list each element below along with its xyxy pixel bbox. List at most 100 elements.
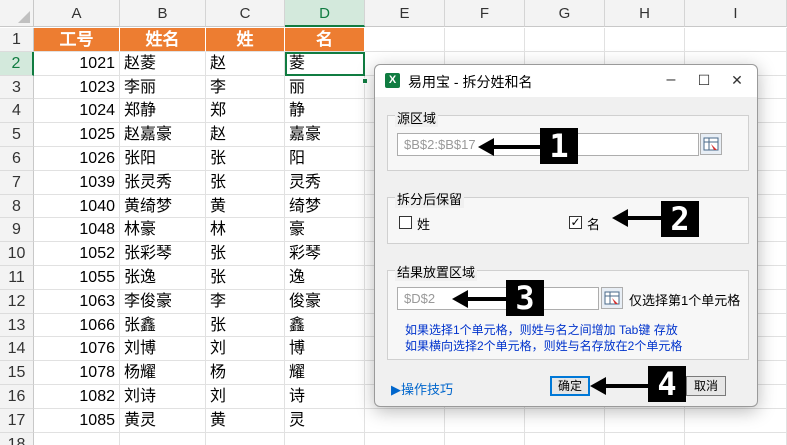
table-cell[interactable]: 赵 <box>206 51 285 76</box>
column-header-d[interactable]: D <box>285 0 365 27</box>
given-name-checkbox[interactable]: ✓ <box>569 216 582 229</box>
table-cell[interactable]: 刘诗 <box>120 385 206 409</box>
table-cell[interactable]: 绮梦 <box>285 194 365 219</box>
table-cell[interactable] <box>445 432 525 445</box>
table-cell[interactable]: 阳 <box>285 147 365 171</box>
source-range-picker-button[interactable] <box>700 133 722 155</box>
header-cell[interactable]: 工号 <box>34 28 120 52</box>
dialog-titlebar[interactable]: X 易用宝 - 拆分姓和名 – ☐ ✕ <box>375 65 757 97</box>
row-header-9[interactable]: 9 <box>0 218 34 243</box>
table-cell[interactable]: 黄 <box>206 408 285 433</box>
table-cell[interactable]: 林 <box>206 218 285 243</box>
table-cell[interactable]: 1063 <box>34 289 120 314</box>
row-header-2[interactable]: 2 <box>0 51 34 76</box>
table-cell[interactable] <box>445 408 525 433</box>
select-all-corner[interactable] <box>0 0 34 27</box>
row-header-12[interactable]: 12 <box>0 289 34 314</box>
table-cell[interactable] <box>285 432 365 445</box>
table-cell[interactable] <box>605 432 685 445</box>
table-cell[interactable]: 逸 <box>285 266 365 290</box>
table-cell[interactable]: 1040 <box>34 194 120 219</box>
table-cell[interactable]: 1082 <box>34 385 120 409</box>
table-cell[interactable]: 赵 <box>206 123 285 147</box>
table-cell[interactable]: 杨耀 <box>120 361 206 385</box>
table-cell[interactable]: 刘博 <box>120 337 206 362</box>
table-cell[interactable] <box>34 432 120 445</box>
table-cell[interactable]: 静 <box>285 99 365 124</box>
table-cell[interactable]: 1025 <box>34 123 120 147</box>
ok-button[interactable]: 确定 <box>550 376 590 396</box>
table-cell[interactable]: 1023 <box>34 75 120 100</box>
column-header-e[interactable]: E <box>365 0 445 27</box>
table-cell[interactable]: 杨 <box>206 361 285 385</box>
row-header-6[interactable]: 6 <box>0 147 34 171</box>
table-cell[interactable]: 李俊豪 <box>120 289 206 314</box>
table-cell[interactable]: 彩琴 <box>285 242 365 266</box>
table-cell[interactable]: 灵 <box>285 408 365 433</box>
table-cell[interactable]: 赵菱 <box>120 51 206 76</box>
table-cell[interactable]: 刘 <box>206 337 285 362</box>
fill-handle[interactable] <box>362 78 368 84</box>
header-cell[interactable]: 姓 <box>206 28 285 52</box>
table-cell[interactable]: 张灵秀 <box>120 170 206 195</box>
column-header-f[interactable]: F <box>445 0 525 27</box>
table-cell[interactable]: 郑 <box>206 99 285 124</box>
table-cell[interactable]: 张 <box>206 170 285 195</box>
row-header-15[interactable]: 15 <box>0 361 34 385</box>
header-cell[interactable] <box>605 28 685 52</box>
row-header-4[interactable]: 4 <box>0 99 34 124</box>
table-cell[interactable]: 1078 <box>34 361 120 385</box>
row-header-13[interactable]: 13 <box>0 313 34 338</box>
table-cell[interactable]: 林豪 <box>120 218 206 243</box>
table-cell[interactable] <box>685 432 787 445</box>
row-header-10[interactable]: 10 <box>0 242 34 266</box>
minimize-button[interactable]: – <box>657 69 685 91</box>
header-cell[interactable]: 名 <box>285 28 365 52</box>
table-cell[interactable]: 郑静 <box>120 99 206 124</box>
column-header-h[interactable]: H <box>605 0 685 27</box>
table-cell[interactable]: 张鑫 <box>120 313 206 338</box>
column-header-a[interactable]: A <box>34 0 120 27</box>
header-cell[interactable]: 姓名 <box>120 28 206 52</box>
table-cell[interactable]: 1076 <box>34 337 120 362</box>
output-range-picker-button[interactable] <box>601 287 623 309</box>
row-header-18[interactable]: 18 <box>0 432 34 445</box>
table-cell[interactable]: 李丽 <box>120 75 206 100</box>
table-cell[interactable] <box>605 408 685 433</box>
table-cell[interactable]: 1052 <box>34 242 120 266</box>
table-cell[interactable]: 鑫 <box>285 313 365 338</box>
row-header-3[interactable]: 3 <box>0 75 34 100</box>
row-header-5[interactable]: 5 <box>0 123 34 147</box>
row-header-8[interactable]: 8 <box>0 194 34 219</box>
column-header-c[interactable]: C <box>206 0 285 27</box>
surname-checkbox[interactable] <box>399 216 412 229</box>
table-cell[interactable]: 豪 <box>285 218 365 243</box>
table-cell[interactable]: 1055 <box>34 266 120 290</box>
table-cell[interactable]: 1066 <box>34 313 120 338</box>
table-cell[interactable] <box>365 432 445 445</box>
table-cell[interactable]: 张 <box>206 147 285 171</box>
table-cell[interactable]: 张彩琴 <box>120 242 206 266</box>
table-cell[interactable]: 博 <box>285 337 365 362</box>
table-cell[interactable]: 黄绮梦 <box>120 194 206 219</box>
table-cell[interactable]: 赵嘉豪 <box>120 123 206 147</box>
table-cell[interactable] <box>120 432 206 445</box>
table-cell[interactable]: 耀 <box>285 361 365 385</box>
header-cell[interactable] <box>685 28 787 52</box>
header-cell[interactable] <box>365 28 445 52</box>
table-cell[interactable]: 1048 <box>34 218 120 243</box>
table-cell[interactable]: 诗 <box>285 385 365 409</box>
row-header-1[interactable]: 1 <box>0 28 34 52</box>
table-cell[interactable]: 李 <box>206 75 285 100</box>
table-cell[interactable] <box>206 432 285 445</box>
row-header-14[interactable]: 14 <box>0 337 34 362</box>
header-cell[interactable] <box>525 28 605 52</box>
row-header-7[interactable]: 7 <box>0 170 34 195</box>
table-cell[interactable]: 1085 <box>34 408 120 433</box>
table-cell[interactable]: 李 <box>206 289 285 314</box>
table-cell[interactable]: 黄 <box>206 194 285 219</box>
table-cell[interactable]: 黄灵 <box>120 408 206 433</box>
table-cell[interactable]: 1024 <box>34 99 120 124</box>
table-cell[interactable]: 1026 <box>34 147 120 171</box>
column-header-b[interactable]: B <box>120 0 206 27</box>
